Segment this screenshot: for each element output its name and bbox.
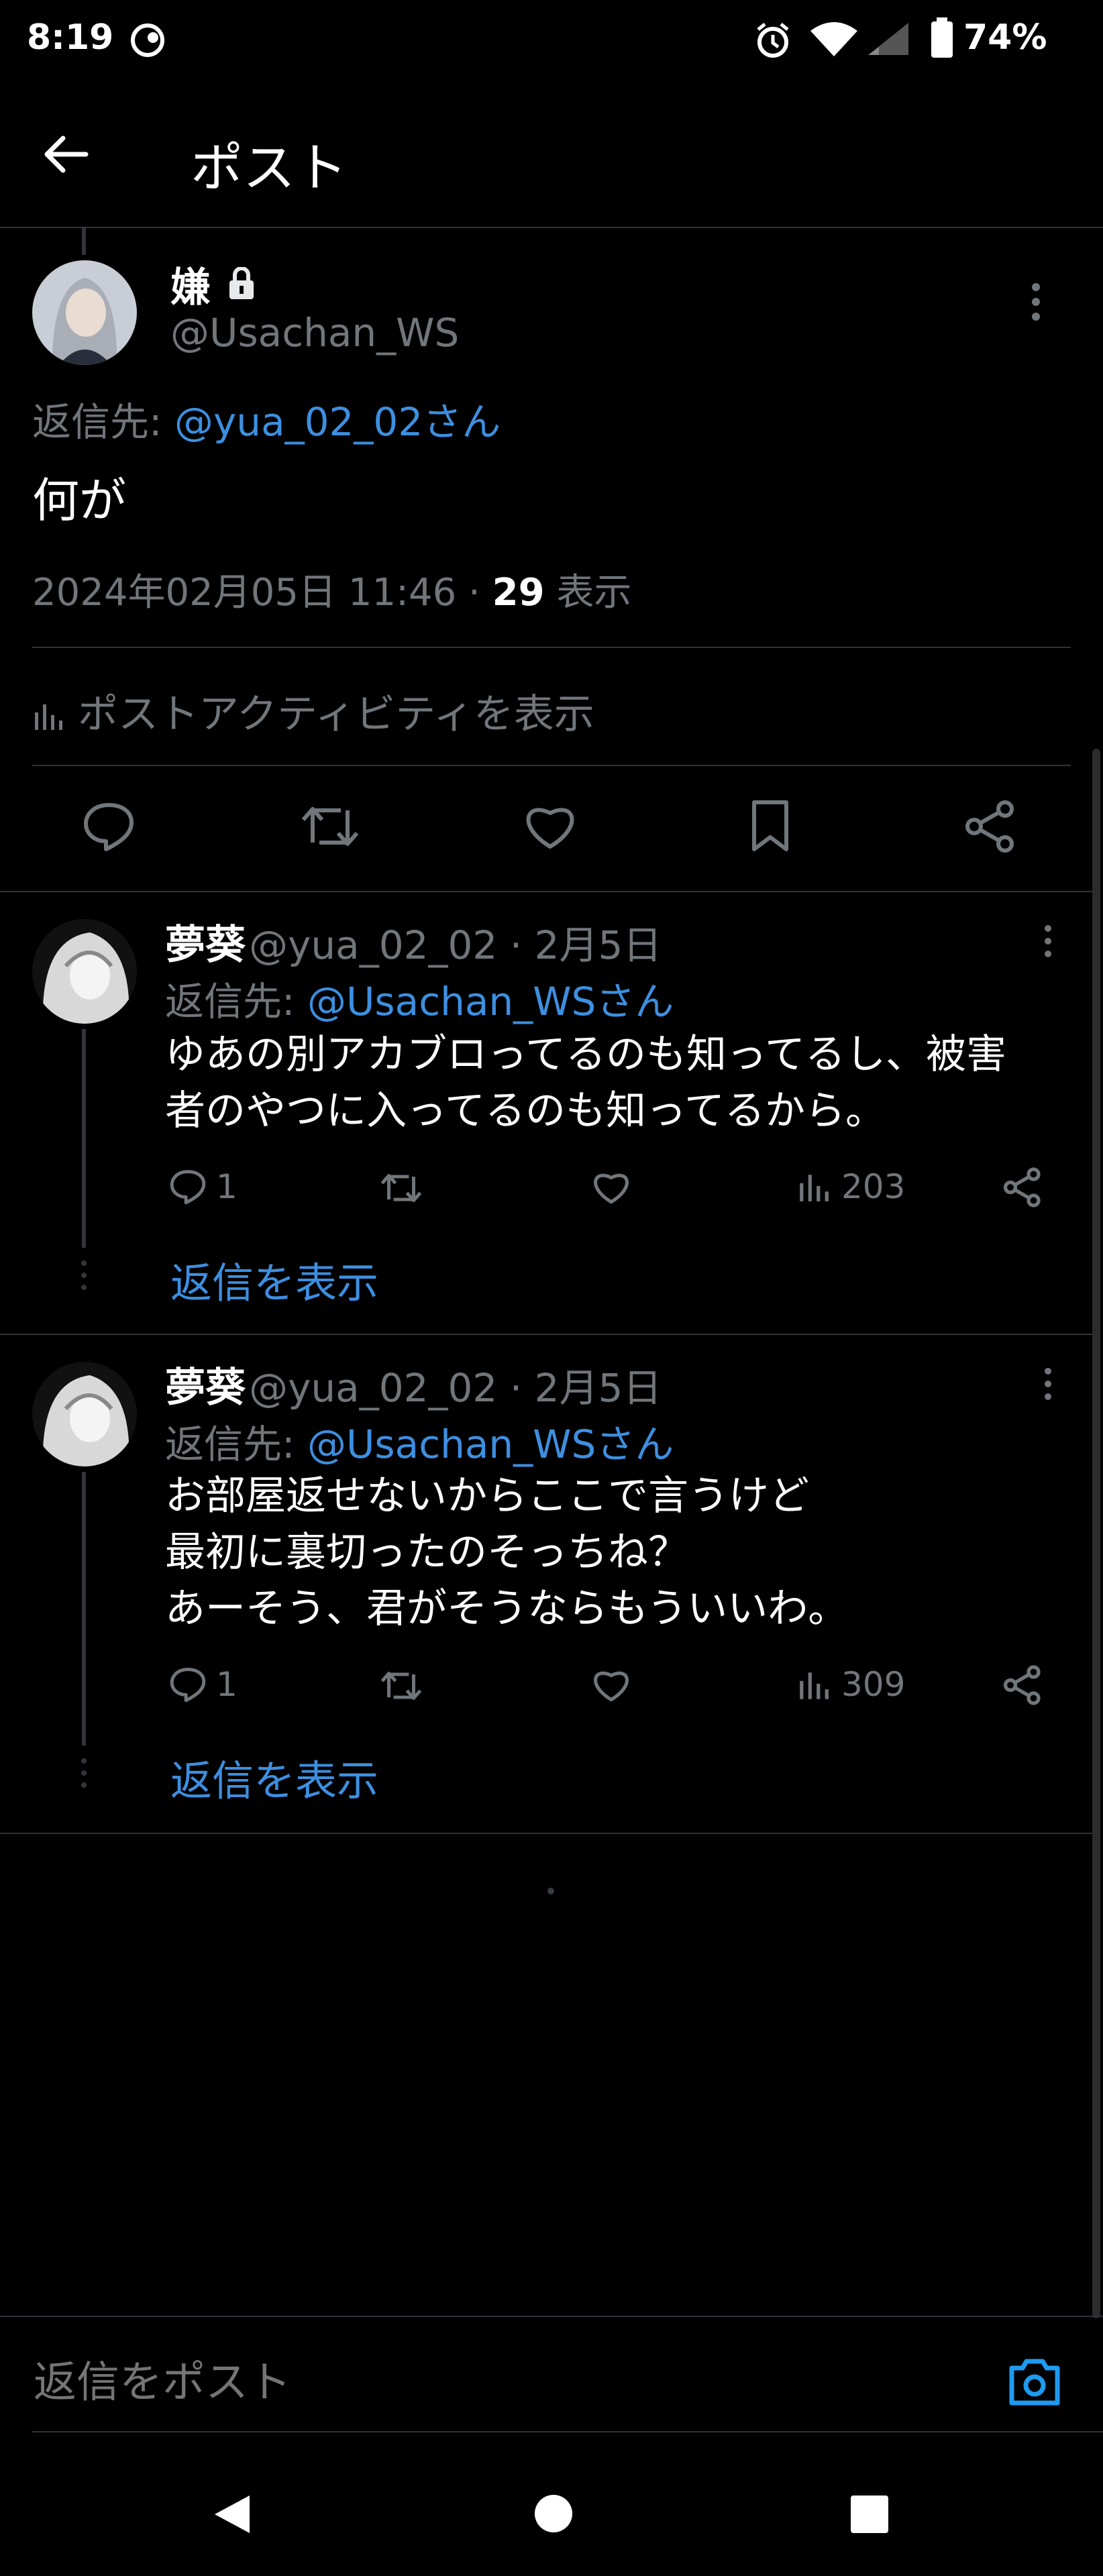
reply-text-line: お部屋返せないからここで言うけど [165,1472,809,1519]
scrollbar[interactable] [1092,749,1100,2318]
battery-percent: 74% [963,17,1047,58]
views-icon[interactable] [797,1668,831,1703]
lock-icon [227,267,256,301]
reply-icon[interactable] [169,1169,207,1205]
reply-to-link[interactable]: @Usachan_WSさん [307,979,674,1024]
camera-icon[interactable] [1006,2356,1063,2407]
divider [0,1833,1092,1834]
more-options-icon[interactable] [1043,1367,1053,1401]
share-icon[interactable] [1002,1167,1043,1208]
nav-back-icon[interactable] [212,2493,252,2536]
reply-count: 1 [216,1167,238,1206]
retweet-icon[interactable] [380,1170,423,1206]
author-name[interactable]: 嫌 [170,255,211,313]
status-time: 8:19 [27,17,114,58]
thread-line [82,1472,86,1746]
wifi-icon [808,19,860,59]
nav-home-icon[interactable] [534,2494,573,2533]
bookmark-icon[interactable] [750,800,790,853]
reply-to: 返信先: @Usachan_WSさん [165,1413,674,1469]
page-title: ポスト [191,138,348,199]
reply-to-prefix: 返信先: [32,399,162,445]
avatar[interactable] [32,919,137,1024]
divider [32,2431,1103,2432]
more-options-icon[interactable] [1043,924,1053,958]
reply-count: 1 [216,1665,238,1704]
thread-connector [82,227,86,255]
reply-author-name[interactable]: 夢葵 [165,922,246,969]
back-arrow-icon[interactable] [39,127,113,201]
like-icon[interactable] [523,802,577,851]
post-meta: 2024年02月05日 11:46 · 29 表示 [32,562,631,616]
like-icon[interactable] [592,1668,631,1703]
status-bar: 8:19 74% [0,0,1103,80]
reply-header: 夢葵 @yua_02_02 · 2月5日 [165,1355,662,1413]
post-text: 何が [32,473,126,528]
reply-text-line: 者のやつに入ってるのも知ってるから。 [165,1087,886,1134]
reply-icon[interactable] [82,801,136,852]
system-nav-bar [0,2453,1103,2576]
retweet-icon[interactable] [380,1668,423,1704]
avatar[interactable] [32,260,137,365]
reply-item[interactable]: 夢葵 @yua_02_02 · 2月5日 返信先: @Usachan_WSさん … [0,892,1092,1335]
analytics-icon [32,700,64,733]
like-icon[interactable] [592,1170,631,1205]
view-count: 29 [492,571,545,614]
thread-line [82,1029,86,1248]
avatar[interactable] [32,1362,137,1466]
divider [0,2316,1103,2317]
post-datetime[interactable]: 2024年02月05日 11:46 · [32,571,492,614]
reply-to-link[interactable]: @yua_02_02さん [174,399,501,445]
signal-icon [865,20,911,58]
reply-header: 夢葵 @yua_02_02 · 2月5日 [165,912,662,971]
reply-to-link[interactable]: @Usachan_WSさん [307,1421,674,1467]
reply-to-prefix: 返信先: [165,979,295,1024]
reply-to: 返信先: @yua_02_02さん [32,390,501,447]
retweet-icon[interactable] [301,801,360,852]
reply-text: お部屋返せないからここで言うけど 最初に裏切ったのそっちね？ あーそう、君がそう… [165,1468,848,1637]
notification-app-icon [129,21,166,59]
more-options-icon[interactable] [1029,282,1043,322]
reply-text-line: ゆあの別アカブロってるのも知ってるし、被害 [165,1031,1006,1078]
reply-handle-date[interactable]: @yua_02_02 · 2月5日 [249,922,662,968]
reply-input[interactable] [32,2357,974,2408]
reply-icon[interactable] [169,1666,207,1703]
thread-dots-icon [79,1756,89,1790]
share-icon[interactable] [963,800,1017,853]
view-label: 表示 [544,571,632,614]
app-header: ポスト [0,80,1103,228]
post-activity-link[interactable]: ポストアクティビティを表示 [32,682,594,740]
author-handle[interactable]: @Usachan_WS [170,310,459,356]
divider [32,765,1071,766]
post-activity-label: ポストアクティビティを表示 [78,691,594,738]
reply-handle-date[interactable]: @yua_02_02 · 2月5日 [249,1365,662,1411]
show-replies-link[interactable]: 返信を表示 [170,1249,378,1309]
share-icon[interactable] [1002,1665,1043,1705]
reply-text: ゆあの別アカブロってるのも知ってるし、被害 者のやつに入ってるのも知ってるから。 [165,1026,1006,1139]
show-replies-link[interactable]: 返信を表示 [170,1747,378,1807]
views-count: 203 [841,1167,906,1206]
nav-recents-icon[interactable] [849,2494,890,2534]
reply-author-name[interactable]: 夢葵 [165,1364,246,1411]
reply-text-line: 最初に裏切ったのそっちね？ [165,1529,688,1576]
reply-item[interactable]: 夢葵 @yua_02_02 · 2月5日 返信先: @Usachan_WSさん … [0,1335,1092,1834]
reply-to: 返信先: @Usachan_WSさん [165,970,674,1026]
divider [32,647,1071,648]
loading-indicator [547,1888,554,1894]
battery-icon [930,17,954,59]
reply-text-line: あーそう、君がそうならもういいわ。 [165,1585,849,1632]
views-count: 309 [841,1665,906,1704]
thread-dots-icon [79,1258,89,1292]
alarm-icon [753,20,793,60]
views-icon[interactable] [797,1170,831,1205]
reply-to-prefix: 返信先: [165,1421,295,1467]
